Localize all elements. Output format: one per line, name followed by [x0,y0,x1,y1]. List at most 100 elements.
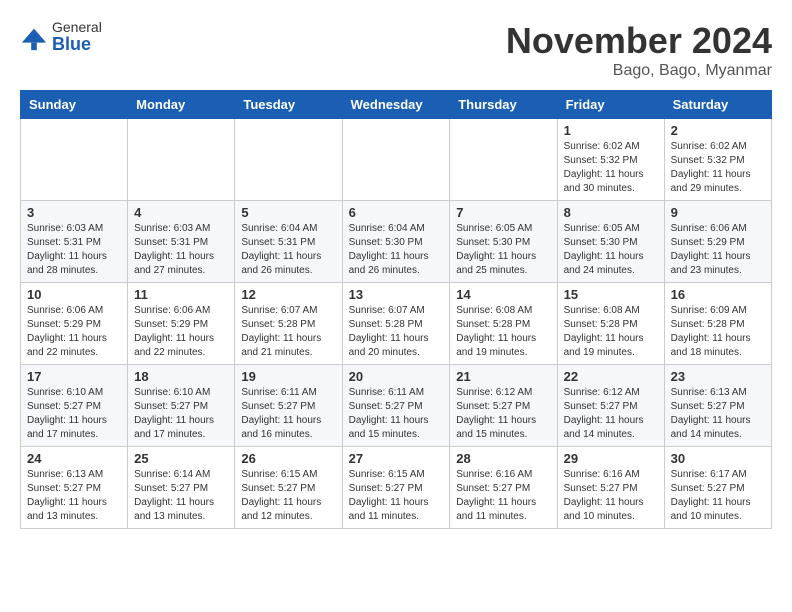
location-title: Bago, Bago, Myanmar [506,62,772,80]
day-info: Sunrise: 6:02 AM Sunset: 5:32 PM Dayligh… [564,140,658,196]
calendar-cell: 12Sunrise: 6:07 AM Sunset: 5:28 PM Dayli… [235,283,342,365]
header: General Blue November 2024 Bago, Bago, M… [20,20,772,80]
day-number: 10 [27,287,121,302]
calendar-cell: 10 Sunrise: 6:06 AM Sunset: 5:29 PM Dayli… [21,283,128,365]
day-number: 30 [671,451,765,466]
day-number: 20 [349,369,444,384]
day-info: Sunrise: 6:12 AM Sunset: 5:27 PM Dayligh… [456,386,550,442]
logo: General Blue [20,20,102,55]
day-info: Sunrise: 6:02 AM Sunset: 5:32 PM Dayligh… [671,140,765,196]
week-row-4: 17 Sunrise: 6:10 AM Sunset: 5:27 PM Dayli… [21,365,772,447]
calendar-cell [450,119,557,201]
day-number: 15 [564,287,658,302]
week-row-3: 10 Sunrise: 6:06 AM Sunset: 5:29 PM Dayli… [21,283,772,365]
day-info: Sunrise: 6:10 AM Sunset: 5:27 PM Dayligh… [27,386,121,442]
calendar: SundayMondayTuesdayWednesdayThursdayFrid… [20,90,772,529]
calendar-cell: 6 Sunrise: 6:04 AM Sunset: 5:30 PM Daylig… [342,201,450,283]
day-number: 13 [349,287,444,302]
calendar-cell: 28 Sunrise: 6:16 AM Sunset: 5:27 PM Dayli… [450,447,557,529]
calendar-cell: 13 Sunrise: 6:07 AM Sunset: 5:28 PM Dayli… [342,283,450,365]
calendar-cell: 11 Sunrise: 6:06 AM Sunset: 5:29 PM Dayli… [128,283,235,365]
day-info: Sunrise: 6:05 AM Sunset: 5:30 PM Dayligh… [564,222,658,278]
day-info: Sunrise: 6:05 AM Sunset: 5:30 PM Dayligh… [456,222,550,278]
calendar-cell: 16 Sunrise: 6:09 AM Sunset: 5:28 PM Dayli… [664,283,771,365]
day-number: 9 [671,205,765,220]
day-number: 16 [671,287,765,302]
calendar-cell: 20Sunrise: 6:11 AM Sunset: 5:27 PM Dayli… [342,365,450,447]
day-info: Sunrise: 6:08 AM Sunset: 5:28 PM Dayligh… [564,304,658,360]
calendar-cell: 8 Sunrise: 6:05 AM Sunset: 5:30 PM Daylig… [557,201,664,283]
day-number: 24 [27,451,121,466]
calendar-cell: 29 Sunrise: 6:16 AM Sunset: 5:27 PM Dayli… [557,447,664,529]
calendar-cell: 3 Sunrise: 6:03 AM Sunset: 5:31 PM Daylig… [21,201,128,283]
day-info: Sunrise: 6:10 AM Sunset: 5:27 PM Dayligh… [134,386,228,442]
day-info: Sunrise: 6:15 AM Sunset: 5:27 PM Dayligh… [349,468,444,524]
calendar-cell [21,119,128,201]
month-title: November 2024 [506,20,772,62]
calendar-cell: 9 Sunrise: 6:06 AM Sunset: 5:29 PM Daylig… [664,201,771,283]
day-info: Sunrise: 6:06 AM Sunset: 5:29 PM Dayligh… [671,222,765,278]
day-number: 25 [134,451,228,466]
calendar-cell: 14 Sunrise: 6:08 AM Sunset: 5:28 PM Dayli… [450,283,557,365]
day-number: 12 [241,287,335,302]
calendar-cell: 4Sunrise: 6:03 AM Sunset: 5:31 PM Daylig… [128,201,235,283]
day-number: 19 [241,369,335,384]
col-header-wednesday: Wednesday [342,91,450,119]
col-header-sunday: Sunday [21,91,128,119]
title-area: November 2024 Bago, Bago, Myanmar [506,20,772,80]
day-info: Sunrise: 6:14 AM Sunset: 5:27 PM Dayligh… [134,468,228,524]
day-info: Sunrise: 6:04 AM Sunset: 5:31 PM Dayligh… [241,222,335,278]
day-number: 11 [134,287,228,302]
day-info: Sunrise: 6:09 AM Sunset: 5:28 PM Dayligh… [671,304,765,360]
day-number: 18 [134,369,228,384]
calendar-cell: 1Sunrise: 6:02 AM Sunset: 5:32 PM Daylig… [557,119,664,201]
day-number: 23 [671,369,765,384]
calendar-cell: 30 Sunrise: 6:17 AM Sunset: 5:27 PM Dayli… [664,447,771,529]
col-header-thursday: Thursday [450,91,557,119]
day-number: 6 [349,205,444,220]
day-info: Sunrise: 6:17 AM Sunset: 5:27 PM Dayligh… [671,468,765,524]
calendar-cell: 15 Sunrise: 6:08 AM Sunset: 5:28 PM Dayli… [557,283,664,365]
day-number: 3 [27,205,121,220]
day-info: Sunrise: 6:03 AM Sunset: 5:31 PM Dayligh… [134,222,228,278]
logo-text: General Blue [52,20,102,55]
day-info: Sunrise: 6:07 AM Sunset: 5:28 PM Dayligh… [349,304,444,360]
day-info: Sunrise: 6:16 AM Sunset: 5:27 PM Dayligh… [564,468,658,524]
calendar-cell: 5Sunrise: 6:04 AM Sunset: 5:31 PM Daylig… [235,201,342,283]
week-row-5: 24 Sunrise: 6:13 AM Sunset: 5:27 PM Dayli… [21,447,772,529]
day-info: Sunrise: 6:13 AM Sunset: 5:27 PM Dayligh… [671,386,765,442]
calendar-cell: 19Sunrise: 6:11 AM Sunset: 5:27 PM Dayli… [235,365,342,447]
calendar-cell: 17 Sunrise: 6:10 AM Sunset: 5:27 PM Dayli… [21,365,128,447]
col-header-monday: Monday [128,91,235,119]
calendar-cell: 2Sunrise: 6:02 AM Sunset: 5:32 PM Daylig… [664,119,771,201]
day-info: Sunrise: 6:15 AM Sunset: 5:27 PM Dayligh… [241,468,335,524]
day-number: 8 [564,205,658,220]
day-number: 14 [456,287,550,302]
day-info: Sunrise: 6:13 AM Sunset: 5:27 PM Dayligh… [27,468,121,524]
calendar-cell [342,119,450,201]
logo-blue-text: Blue [52,35,102,55]
calendar-cell [235,119,342,201]
day-info: Sunrise: 6:06 AM Sunset: 5:29 PM Dayligh… [27,304,121,360]
day-number: 28 [456,451,550,466]
day-number: 27 [349,451,444,466]
day-info: Sunrise: 6:04 AM Sunset: 5:30 PM Dayligh… [349,222,444,278]
day-info: Sunrise: 6:03 AM Sunset: 5:31 PM Dayligh… [27,222,121,278]
calendar-cell: 7 Sunrise: 6:05 AM Sunset: 5:30 PM Daylig… [450,201,557,283]
day-info: Sunrise: 6:16 AM Sunset: 5:27 PM Dayligh… [456,468,550,524]
week-row-1: 1Sunrise: 6:02 AM Sunset: 5:32 PM Daylig… [21,119,772,201]
col-header-tuesday: Tuesday [235,91,342,119]
day-number: 7 [456,205,550,220]
calendar-cell: 21Sunrise: 6:12 AM Sunset: 5:27 PM Dayli… [450,365,557,447]
calendar-cell: 18 Sunrise: 6:10 AM Sunset: 5:27 PM Dayli… [128,365,235,447]
week-row-2: 3 Sunrise: 6:03 AM Sunset: 5:31 PM Daylig… [21,201,772,283]
day-info: Sunrise: 6:08 AM Sunset: 5:28 PM Dayligh… [456,304,550,360]
calendar-cell: 25 Sunrise: 6:14 AM Sunset: 5:27 PM Dayli… [128,447,235,529]
day-number: 26 [241,451,335,466]
day-number: 29 [564,451,658,466]
calendar-cell: 24 Sunrise: 6:13 AM Sunset: 5:27 PM Dayli… [21,447,128,529]
calendar-cell: 27 Sunrise: 6:15 AM Sunset: 5:27 PM Dayli… [342,447,450,529]
day-number: 17 [27,369,121,384]
day-info: Sunrise: 6:06 AM Sunset: 5:29 PM Dayligh… [134,304,228,360]
calendar-cell [128,119,235,201]
